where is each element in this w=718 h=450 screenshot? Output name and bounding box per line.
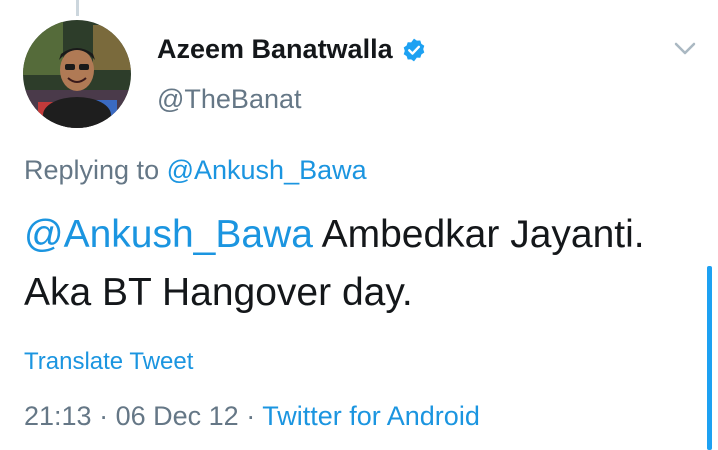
chevron-down-icon[interactable] — [670, 36, 700, 62]
user-display-name-row[interactable]: Azeem Banatwalla — [157, 34, 427, 65]
tweet-time[interactable]: 21:13 — [24, 401, 92, 431]
replying-to-label: Replying to — [24, 155, 160, 185]
user-handle[interactable]: @TheBanat — [157, 84, 302, 115]
meta-separator-2: · — [246, 401, 256, 431]
meta-separator: · — [99, 401, 109, 431]
avatar-photo — [23, 20, 131, 128]
tweet-mention-link[interactable]: @Ankush_Bawa — [24, 213, 313, 256]
thread-connector-line — [76, 0, 79, 16]
replying-to-line: Replying to @Ankush_Bawa — [24, 155, 367, 186]
avatar[interactable] — [23, 20, 131, 128]
tweet-source-link[interactable]: Twitter for Android — [262, 401, 480, 431]
verified-badge-icon — [401, 37, 427, 63]
translate-tweet-link[interactable]: Translate Tweet — [24, 348, 193, 376]
tweet-text: @Ankush_Bawa Ambedkar Jayanti. Aka BT Ha… — [24, 206, 664, 322]
scrollbar[interactable] — [707, 266, 712, 450]
tweet-meta-line: 21:13 · 06 Dec 12 · Twitter for Android — [24, 401, 480, 432]
user-display-name[interactable]: Azeem Banatwalla — [157, 34, 393, 65]
replying-to-mention-link[interactable]: @Ankush_Bawa — [167, 155, 367, 185]
tweet-date[interactable]: 06 Dec 12 — [116, 401, 239, 431]
